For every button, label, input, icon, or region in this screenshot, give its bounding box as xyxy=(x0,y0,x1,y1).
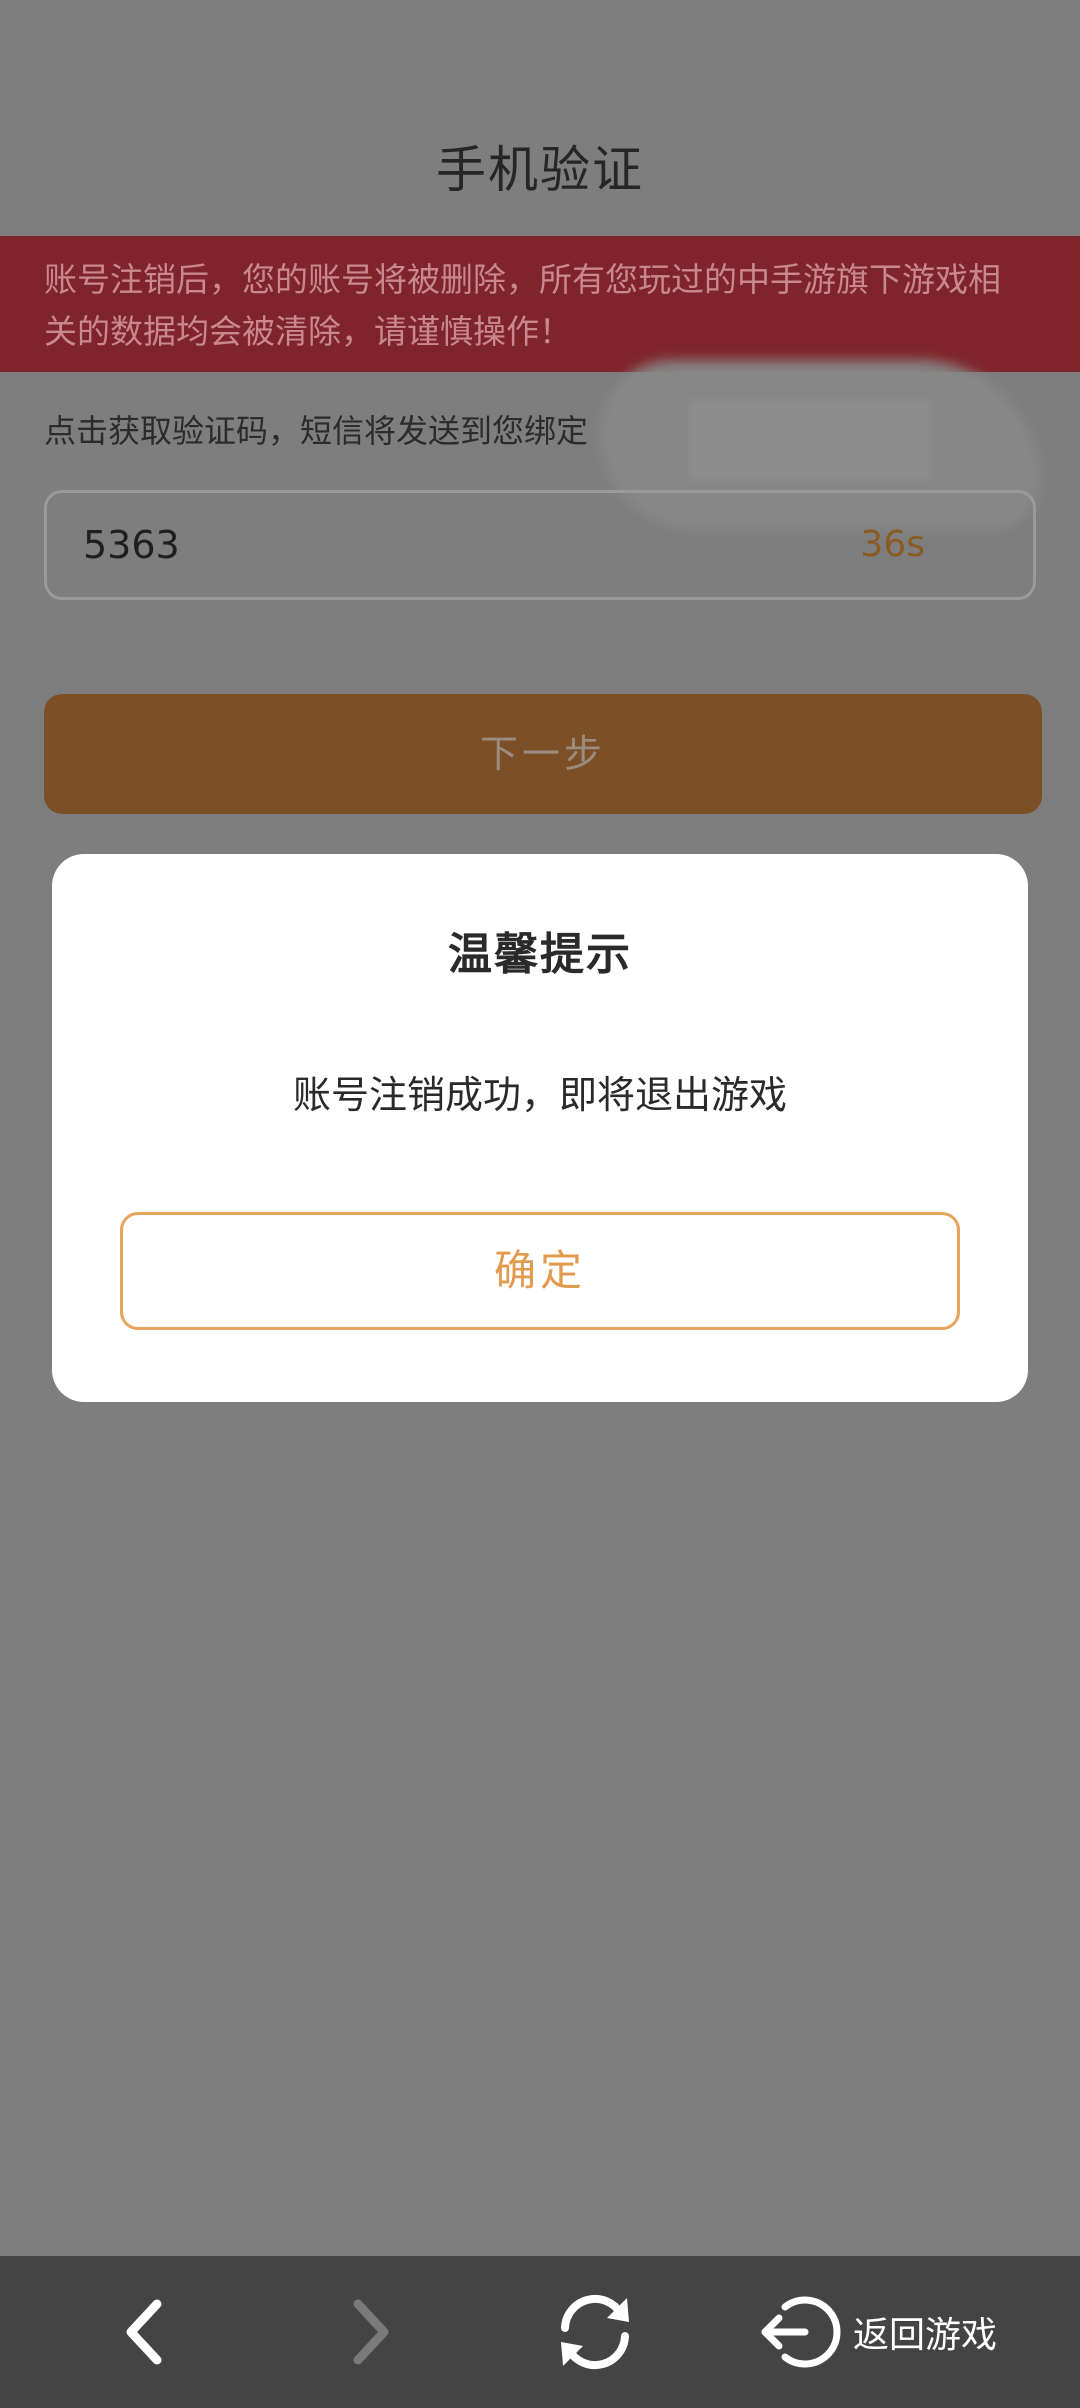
return-icon xyxy=(761,2296,841,2368)
warning-line-2: 关的数据均会被清除，请谨慎操作！ xyxy=(44,312,572,351)
resend-countdown: 36s xyxy=(860,524,925,565)
warning-line-1: 账号注销后，您的账号将被删除，所有您玩过的中手游旗下游戏相 xyxy=(44,260,1001,299)
forward-button[interactable] xyxy=(325,2256,415,2408)
back-button[interactable] xyxy=(100,2256,190,2408)
dialog-title: 温馨提示 xyxy=(448,929,632,980)
refresh-icon xyxy=(561,2294,629,2370)
confirm-button[interactable]: 确定 xyxy=(120,1212,960,1330)
redaction-blur-inner xyxy=(690,400,930,480)
warning-banner: 账号注销后，您的账号将被删除，所有您玩过的中手游旗下游戏相 关的数据均会被清除，… xyxy=(0,236,1080,372)
next-step-button[interactable]: 下一步 xyxy=(44,694,1042,814)
dialog-message: 账号注销成功，即将退出游戏 xyxy=(292,1073,787,1117)
verification-code-field[interactable]: 5363 36s xyxy=(44,490,1036,600)
sms-hint: 点击获取验证码，短信将发送到您绑定 xyxy=(44,412,589,450)
refresh-button[interactable] xyxy=(545,2256,645,2408)
chevron-left-icon xyxy=(126,2299,162,2365)
verification-code-value: 5363 xyxy=(83,523,180,567)
bottom-navigation-bar: 返回游戏 xyxy=(0,2256,1080,2408)
page-title: 手机验证 xyxy=(436,141,644,199)
return-to-game-button[interactable]: 返回游戏 xyxy=(755,2256,1015,2408)
success-dialog: 温馨提示 账号注销成功，即将退出游戏 确定 xyxy=(52,854,1028,1402)
chevron-right-icon xyxy=(353,2299,389,2365)
return-to-game-label: 返回游戏 xyxy=(853,2315,998,2356)
